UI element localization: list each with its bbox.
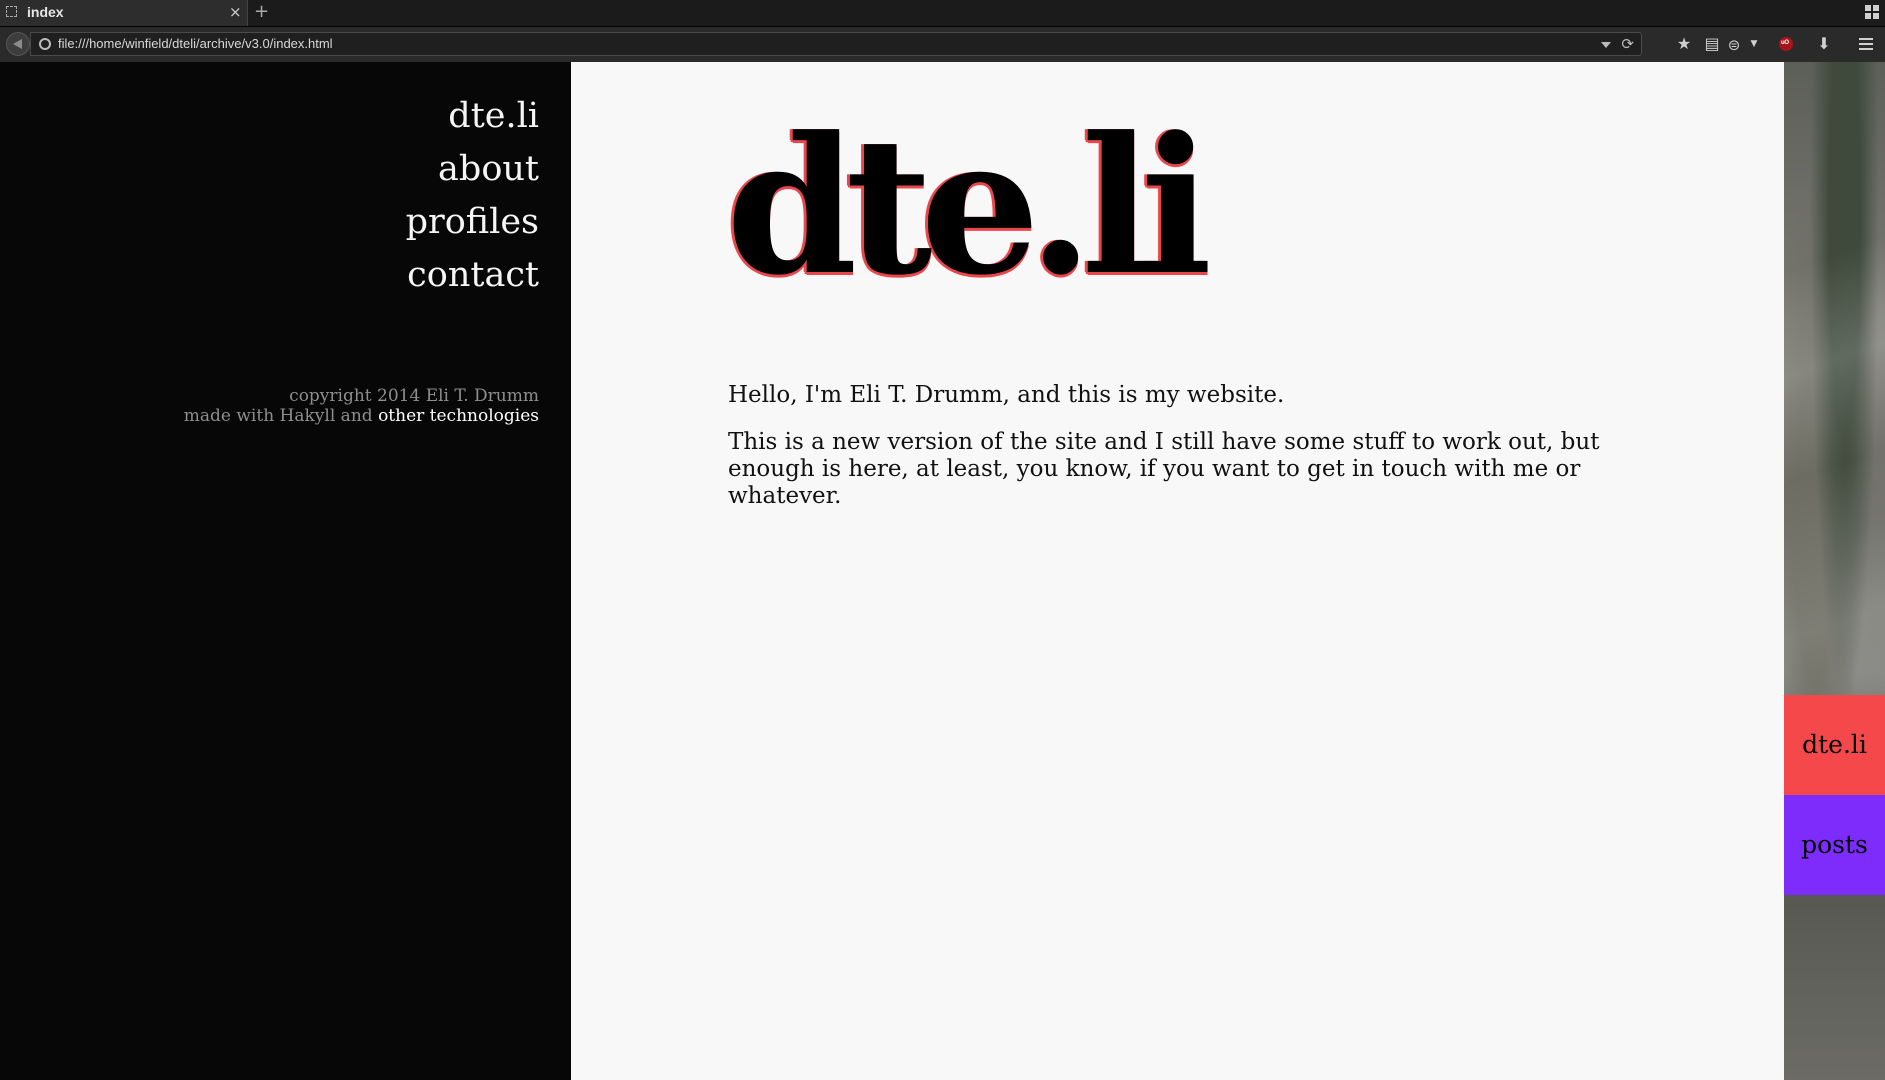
sidebar-item-profiles[interactable]: profiles: [406, 196, 539, 249]
body-paragraph: This is a new version of the site and I …: [728, 429, 1600, 509]
tab-index[interactable]: index ×: [0, 0, 248, 26]
bookmark-star-icon[interactable]: ★: [1673, 33, 1695, 55]
intro-paragraph: Hello, I'm Eli T. Drumm, and this is my …: [728, 382, 1285, 408]
page-title: dte.li: [726, 96, 1212, 317]
page-favicon-icon: [6, 6, 17, 17]
ublock-icon[interactable]: uO: [1779, 37, 1793, 51]
new-tab-button[interactable]: +: [254, 2, 269, 22]
background-photo: [1784, 62, 1885, 1080]
tab-close-icon[interactable]: ×: [229, 3, 242, 21]
quicklink-dteli[interactable]: dte.li: [1784, 695, 1885, 795]
back-button[interactable]: [6, 32, 30, 56]
url-history-dropdown-icon[interactable]: [1601, 42, 1611, 48]
sidebar-item-home[interactable]: dte.li: [406, 90, 539, 143]
download-icon[interactable]: ⬇: [1813, 33, 1835, 55]
other-technologies-link[interactable]: other technologies: [378, 406, 539, 426]
url-text[interactable]: file:///home/winfield/dteli/archive/v3.0…: [58, 36, 333, 51]
navigation-toolbar: file:///home/winfield/dteli/archive/v3.0…: [0, 27, 1885, 63]
url-bar[interactable]: file:///home/winfield/dteli/archive/v3.0…: [30, 32, 1642, 56]
tab-title: index: [27, 4, 64, 20]
tab-groups-icon[interactable]: [1865, 5, 1879, 19]
made-with-text: made with Hakyll and: [183, 406, 373, 426]
sidebar-nav: dte.li about profiles contact: [406, 90, 539, 302]
site-identity-icon[interactable]: [39, 38, 51, 50]
sidebar-footer: copyright 2014 Eli T. Drumm made with Ha…: [184, 386, 539, 426]
hamburger-menu-icon[interactable]: [1859, 38, 1873, 53]
sidebar-item-contact[interactable]: contact: [406, 249, 539, 302]
sidebar: dte.li about profiles contact copyright …: [0, 62, 571, 1080]
quicklink-posts[interactable]: posts: [1784, 795, 1885, 895]
sidebar-item-about[interactable]: about: [406, 143, 539, 196]
made-with-line: made with Hakyll and other technologies: [184, 406, 539, 426]
tab-bar: index × +: [0, 0, 1885, 27]
reload-icon[interactable]: ⟳: [1621, 35, 1634, 53]
copyright-text: copyright 2014 Eli T. Drumm: [289, 386, 539, 406]
dropdown-icon[interactable]: ▼: [1743, 33, 1765, 55]
main-content: dte.li Hello, I'm Eli T. Drumm, and this…: [571, 62, 1784, 1080]
